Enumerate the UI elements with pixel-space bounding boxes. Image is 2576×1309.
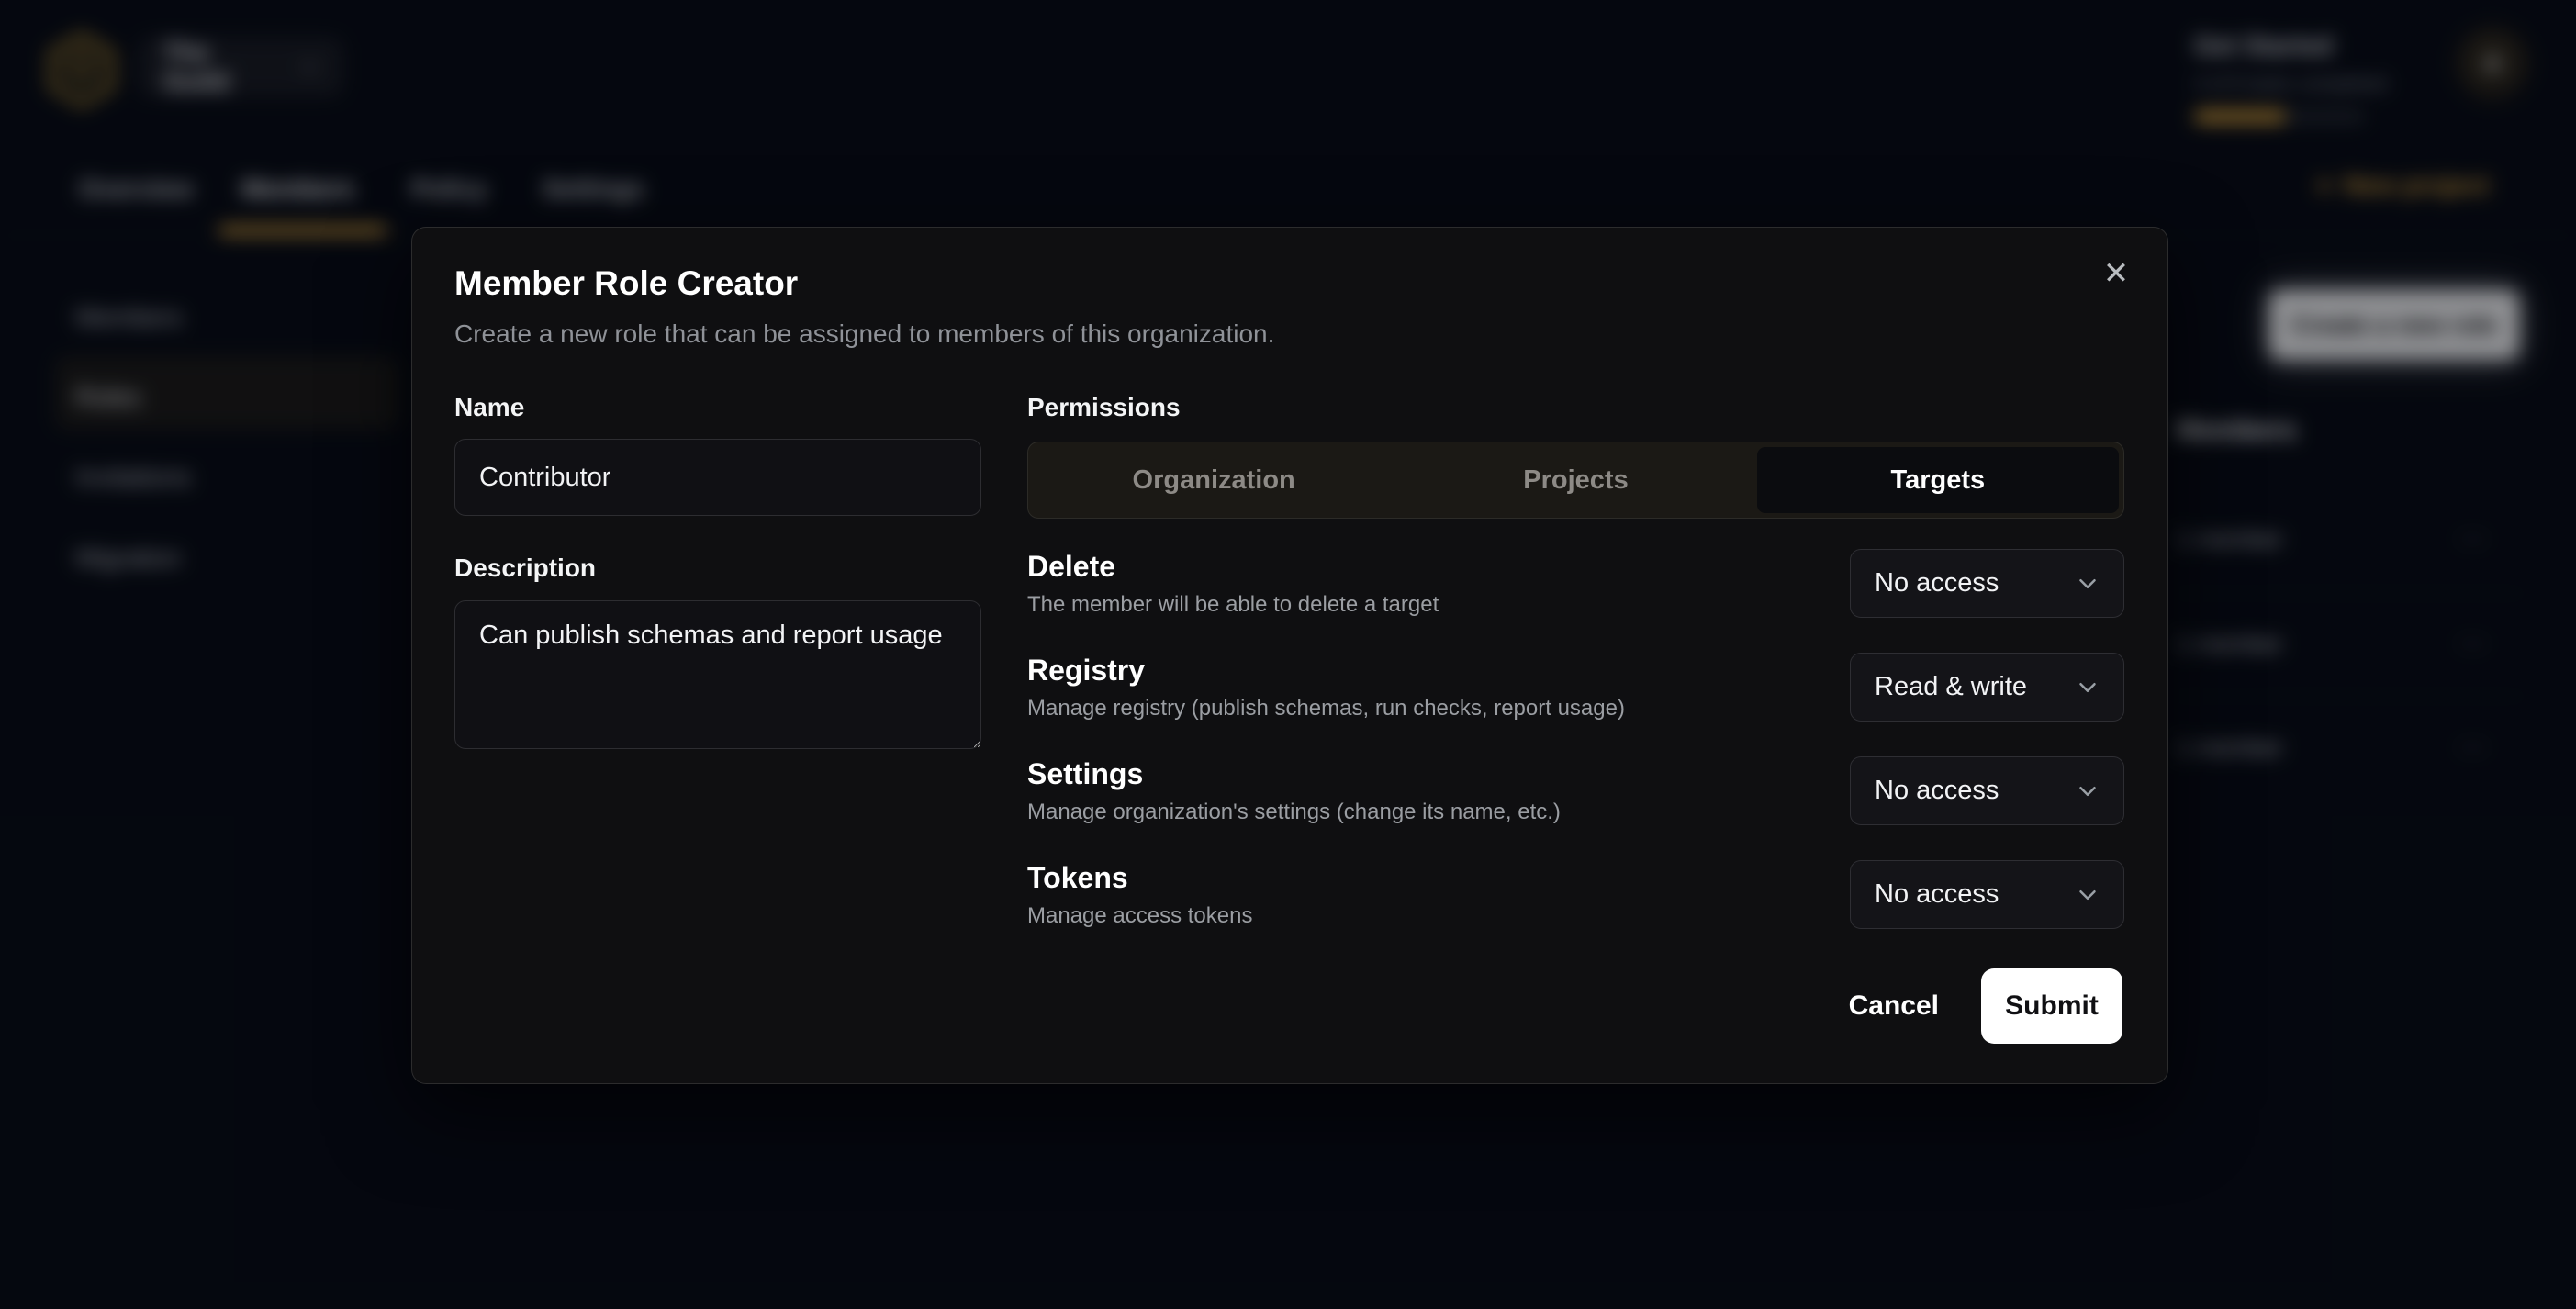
cancel-button[interactable]: Cancel [1849, 990, 1939, 1022]
chevron-down-icon [2074, 674, 2101, 701]
permission-description: Manage organization's settings (change i… [1027, 799, 1561, 826]
permissions-tab-organization[interactable]: Organization [1033, 447, 1394, 513]
permission-description: The member will be able to delete a targ… [1027, 591, 1439, 619]
permission-title: Tokens [1027, 860, 1252, 895]
chevron-down-icon [2074, 570, 2101, 598]
chevron-down-icon [2074, 881, 2101, 909]
app-root: The Guild Get Started 4 of 8 tasks compl… [0, 0, 2576, 1309]
chevron-down-icon [2074, 778, 2101, 805]
registry-access-select[interactable]: Read & write [1850, 653, 2124, 722]
role-name-input[interactable] [454, 439, 981, 516]
delete-access-select[interactable]: No access [1850, 549, 2124, 618]
permission-text: Tokens Manage access tokens [1027, 860, 1252, 930]
select-value: No access [1875, 776, 1999, 806]
permissions-list: Delete The member will be able to delete… [1027, 549, 2124, 964]
dialog-subtitle: Create a new role that can be assigned t… [454, 319, 1274, 349]
name-label: Name [454, 393, 524, 422]
submit-button[interactable]: Submit [1981, 968, 2122, 1044]
permissions-tablist: Organization Projects Targets [1027, 442, 2124, 519]
description-label: Description [454, 554, 596, 583]
permissions-tab-targets[interactable]: Targets [1757, 447, 2119, 513]
permission-row-settings: Settings Manage organization's settings … [1027, 756, 2124, 826]
select-value: No access [1875, 879, 1999, 910]
role-description-textarea[interactable]: Can publish schemas and report usage [454, 600, 981, 749]
close-icon[interactable]: ✕ [2094, 252, 2138, 296]
permissions-tab-projects[interactable]: Projects [1394, 447, 1756, 513]
permission-description: Manage access tokens [1027, 902, 1252, 930]
permission-description: Manage registry (publish schemas, run ch… [1027, 695, 1625, 722]
select-value: Read & write [1875, 672, 2027, 702]
select-value: No access [1875, 568, 1999, 599]
permission-row-delete: Delete The member will be able to delete… [1027, 549, 2124, 619]
settings-access-select[interactable]: No access [1850, 756, 2124, 825]
dialog-footer: Cancel Submit [1849, 968, 2122, 1044]
permission-row-registry: Registry Manage registry (publish schema… [1027, 653, 2124, 722]
dialog-title: Member Role Creator [454, 264, 798, 303]
permission-row-tokens: Tokens Manage access tokens No access [1027, 860, 2124, 930]
permission-text: Settings Manage organization's settings … [1027, 756, 1561, 826]
permission-text: Registry Manage registry (publish schema… [1027, 653, 1625, 722]
permission-title: Registry [1027, 653, 1625, 688]
permissions-label: Permissions [1027, 393, 1181, 422]
tokens-access-select[interactable]: No access [1850, 860, 2124, 929]
permission-text: Delete The member will be able to delete… [1027, 549, 1439, 619]
permission-title: Settings [1027, 756, 1561, 791]
permission-title: Delete [1027, 549, 1439, 584]
member-role-creator-dialog: ✕ Member Role Creator Create a new role … [411, 227, 2168, 1084]
